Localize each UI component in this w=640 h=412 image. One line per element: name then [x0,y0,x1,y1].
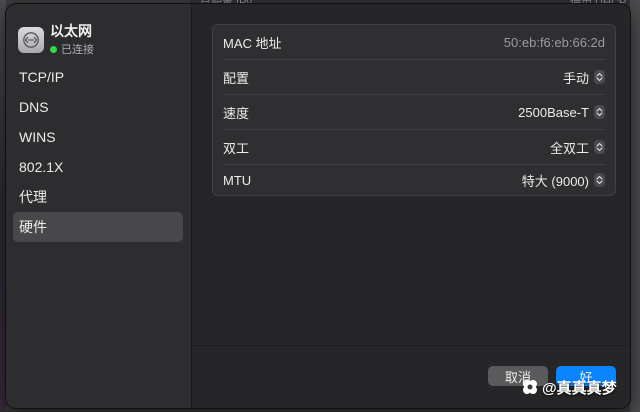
watermark-logo-icon [523,380,537,394]
mtu-row: MTU 特大 (9000) [213,163,615,197]
speed-value: 2500Base-T [518,104,589,120]
mtu-popup[interactable]: 特大 (9000) [522,171,605,190]
desktop-edge-right [630,0,640,412]
network-settings-sheet: 以太网 已连接 TCP/IP DNS WINS 802.1X 代理 硬件 MAC… [6,4,630,408]
sidebar-item-tcpip[interactable]: TCP/IP [13,62,183,92]
duplex-popup[interactable]: 全双工 [550,138,605,157]
mac-address-row: MAC 地址 50:eb:f6:eb:66:2d [213,25,615,59]
sidebar-header: 以太网 已连接 [18,22,94,58]
ethernet-icon [18,27,44,53]
chevron-updown-icon [594,140,605,154]
speed-label: 速度 [223,105,250,121]
mac-address-label: MAC 地址 [223,35,282,51]
configure-label: 配置 [223,70,250,86]
sidebar-item-hardware[interactable]: 硬件 [13,212,183,242]
chevron-updown-icon [594,105,605,119]
duplex-row: 双工 全双工 [213,130,615,164]
sidebar-item-wins[interactable]: WINS [13,122,183,152]
mtu-label: MTU [223,172,252,188]
mtu-value: 特大 (9000) [521,173,589,189]
status-dot-icon [50,45,57,53]
mac-address-value: 50:eb:f6:eb:66:2d [503,34,605,50]
connection-status: 已连接 [50,41,94,57]
chevron-updown-icon [594,70,605,84]
sidebar-item-proxies[interactable]: 代理 [13,182,183,212]
speed-popup[interactable]: 2500Base-T [518,105,605,120]
sidebar-item-8021x[interactable]: 802.1X [13,152,183,182]
configure-value: 手动 [562,70,589,86]
hardware-settings-panel: MAC 地址 50:eb:f6:eb:66:2d 配置 手动 速度 2500Ba… [212,24,616,196]
sidebar-item-dns[interactable]: DNS [13,92,183,122]
configure-row: 配置 手动 [213,60,615,94]
footer-divider [192,345,630,346]
connection-status-text: 已连接 [61,44,94,56]
interface-title: 以太网 [50,23,92,39]
sidebar: 以太网 已连接 TCP/IP DNS WINS 802.1X 代理 硬件 [6,4,192,408]
watermark-text: @真真真梦 [542,379,617,397]
chevron-updown-icon [594,173,605,187]
configure-popup[interactable]: 手动 [563,68,605,87]
sidebar-nav: TCP/IP DNS WINS 802.1X 代理 硬件 [13,62,183,242]
duplex-label: 双工 [223,140,250,156]
speed-row: 速度 2500Base-T [213,95,615,129]
duplex-value: 全双工 [549,140,589,156]
watermark: @真真真梦 [520,374,617,400]
